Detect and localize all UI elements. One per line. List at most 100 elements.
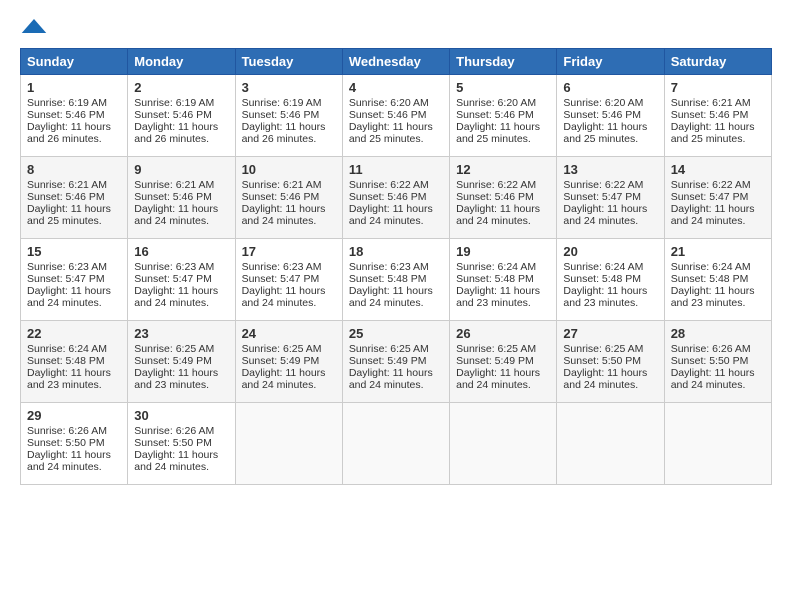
day-info-line: Sunset: 5:46 PM xyxy=(134,109,228,121)
day-info-line: Sunrise: 6:19 AM xyxy=(134,97,228,109)
day-info-line: Daylight: 11 hours xyxy=(134,367,228,379)
day-number: 15 xyxy=(27,244,121,259)
day-number: 23 xyxy=(134,326,228,341)
day-info-line: Daylight: 11 hours xyxy=(563,285,657,297)
day-info-line: Daylight: 11 hours xyxy=(456,203,550,215)
day-info-line: Sunrise: 6:20 AM xyxy=(563,97,657,109)
logo-icon xyxy=(20,17,48,35)
day-info-line: Sunrise: 6:19 AM xyxy=(27,97,121,109)
calendar-cell: 29Sunrise: 6:26 AMSunset: 5:50 PMDayligh… xyxy=(21,403,128,485)
day-number: 19 xyxy=(456,244,550,259)
calendar-cell xyxy=(450,403,557,485)
calendar-cell: 24Sunrise: 6:25 AMSunset: 5:49 PMDayligh… xyxy=(235,321,342,403)
calendar-cell: 5Sunrise: 6:20 AMSunset: 5:46 PMDaylight… xyxy=(450,75,557,157)
calendar-cell: 3Sunrise: 6:19 AMSunset: 5:46 PMDaylight… xyxy=(235,75,342,157)
weekday-header-wednesday: Wednesday xyxy=(342,49,449,75)
day-info-line: Sunset: 5:48 PM xyxy=(349,273,443,285)
day-info-line: Daylight: 11 hours xyxy=(134,121,228,133)
day-number: 29 xyxy=(27,408,121,423)
day-info-line: and 25 minutes. xyxy=(27,215,121,227)
day-info-line: Daylight: 11 hours xyxy=(242,285,336,297)
calendar-cell: 25Sunrise: 6:25 AMSunset: 5:49 PMDayligh… xyxy=(342,321,449,403)
day-info-line: Sunset: 5:47 PM xyxy=(563,191,657,203)
day-info-line: Sunrise: 6:22 AM xyxy=(349,179,443,191)
calendar-cell: 15 Sunrise: 6:23 AMSunset: 5:47 PMDayligh… xyxy=(21,239,128,321)
day-number: 21 xyxy=(671,244,765,259)
day-number: 18 xyxy=(349,244,443,259)
day-info-line: and 24 minutes. xyxy=(27,297,121,309)
day-info-line: Sunset: 5:47 PM xyxy=(242,273,336,285)
calendar-cell: 26Sunrise: 6:25 AMSunset: 5:49 PMDayligh… xyxy=(450,321,557,403)
day-number: 4 xyxy=(349,80,443,95)
day-info-line: Daylight: 11 hours xyxy=(27,367,121,379)
day-number: 26 xyxy=(456,326,550,341)
day-info-line: Sunrise: 6:23 AM xyxy=(27,261,121,273)
day-info-line: Sunset: 5:46 PM xyxy=(563,109,657,121)
day-info-line: Sunrise: 6:26 AM xyxy=(671,343,765,355)
day-info-line: and 23 minutes. xyxy=(456,297,550,309)
day-info-line: Sunrise: 6:24 AM xyxy=(27,343,121,355)
day-info-line: Sunrise: 6:21 AM xyxy=(27,179,121,191)
day-info-line: Daylight: 11 hours xyxy=(242,203,336,215)
calendar-cell: 4Sunrise: 6:20 AMSunset: 5:46 PMDaylight… xyxy=(342,75,449,157)
day-number: 25 xyxy=(349,326,443,341)
day-info-line: Sunset: 5:47 PM xyxy=(134,273,228,285)
day-info-line: Sunset: 5:46 PM xyxy=(671,109,765,121)
day-info-line: Daylight: 11 hours xyxy=(671,203,765,215)
calendar-cell: 13Sunrise: 6:22 AMSunset: 5:47 PMDayligh… xyxy=(557,157,664,239)
calendar-cell: 28Sunrise: 6:26 AMSunset: 5:50 PMDayligh… xyxy=(664,321,771,403)
day-info-line: Sunset: 5:50 PM xyxy=(563,355,657,367)
day-info-line: Sunrise: 6:24 AM xyxy=(563,261,657,273)
calendar-cell: 12Sunrise: 6:22 AMSunset: 5:46 PMDayligh… xyxy=(450,157,557,239)
day-info-line: Daylight: 11 hours xyxy=(671,285,765,297)
day-info-line: and 26 minutes. xyxy=(27,133,121,145)
day-info-line: and 24 minutes. xyxy=(671,379,765,391)
day-info-line: Sunset: 5:46 PM xyxy=(242,191,336,203)
day-info-line: Sunrise: 6:21 AM xyxy=(671,97,765,109)
day-number: 16 xyxy=(134,244,228,259)
calendar-cell: 30Sunrise: 6:26 AMSunset: 5:50 PMDayligh… xyxy=(128,403,235,485)
day-number: 12 xyxy=(456,162,550,177)
day-info-line: Sunrise: 6:26 AM xyxy=(134,425,228,437)
day-info-line: Daylight: 11 hours xyxy=(27,449,121,461)
day-number: 6 xyxy=(563,80,657,95)
day-info-line: and 24 minutes. xyxy=(242,379,336,391)
day-info-line: Sunset: 5:46 PM xyxy=(27,191,121,203)
day-info-line: Sunset: 5:48 PM xyxy=(456,273,550,285)
day-info-line: Sunrise: 6:23 AM xyxy=(242,261,336,273)
day-info-line: Sunrise: 6:23 AM xyxy=(134,261,228,273)
day-info-line: Sunset: 5:46 PM xyxy=(456,191,550,203)
day-info-line: Sunrise: 6:25 AM xyxy=(242,343,336,355)
calendar-cell: 18Sunrise: 6:23 AMSunset: 5:48 PMDayligh… xyxy=(342,239,449,321)
day-info-line: Sunset: 5:47 PM xyxy=(27,273,121,285)
day-number: 9 xyxy=(134,162,228,177)
day-info-line: Daylight: 11 hours xyxy=(27,203,121,215)
weekday-header-tuesday: Tuesday xyxy=(235,49,342,75)
calendar-row-2: 8Sunrise: 6:21 AMSunset: 5:46 PMDaylight… xyxy=(21,157,772,239)
day-number: 8 xyxy=(27,162,121,177)
day-number: 13 xyxy=(563,162,657,177)
day-info-line: Sunset: 5:49 PM xyxy=(134,355,228,367)
day-info-line: Daylight: 11 hours xyxy=(134,449,228,461)
page-container: SundayMondayTuesdayWednesdayThursdayFrid… xyxy=(0,0,792,495)
day-info-line: Sunrise: 6:21 AM xyxy=(242,179,336,191)
day-info-line: and 25 minutes. xyxy=(563,133,657,145)
day-number: 30 xyxy=(134,408,228,423)
day-info-line: Daylight: 11 hours xyxy=(27,285,121,297)
day-info-line: and 24 minutes. xyxy=(242,297,336,309)
day-info-line: and 24 minutes. xyxy=(242,215,336,227)
weekday-header-friday: Friday xyxy=(557,49,664,75)
day-info-line: Sunset: 5:49 PM xyxy=(456,355,550,367)
day-info-line: Sunset: 5:46 PM xyxy=(134,191,228,203)
calendar-cell: 10Sunrise: 6:21 AMSunset: 5:46 PMDayligh… xyxy=(235,157,342,239)
day-info-line: Sunset: 5:46 PM xyxy=(27,109,121,121)
weekday-header-thursday: Thursday xyxy=(450,49,557,75)
day-number: 2 xyxy=(134,80,228,95)
calendar-cell: 14Sunrise: 6:22 AMSunset: 5:47 PMDayligh… xyxy=(664,157,771,239)
day-info-line: Sunrise: 6:24 AM xyxy=(671,261,765,273)
day-number: 28 xyxy=(671,326,765,341)
day-number: 24 xyxy=(242,326,336,341)
day-info-line: Sunrise: 6:21 AM xyxy=(134,179,228,191)
day-info-line: Sunset: 5:50 PM xyxy=(671,355,765,367)
weekday-header-monday: Monday xyxy=(128,49,235,75)
